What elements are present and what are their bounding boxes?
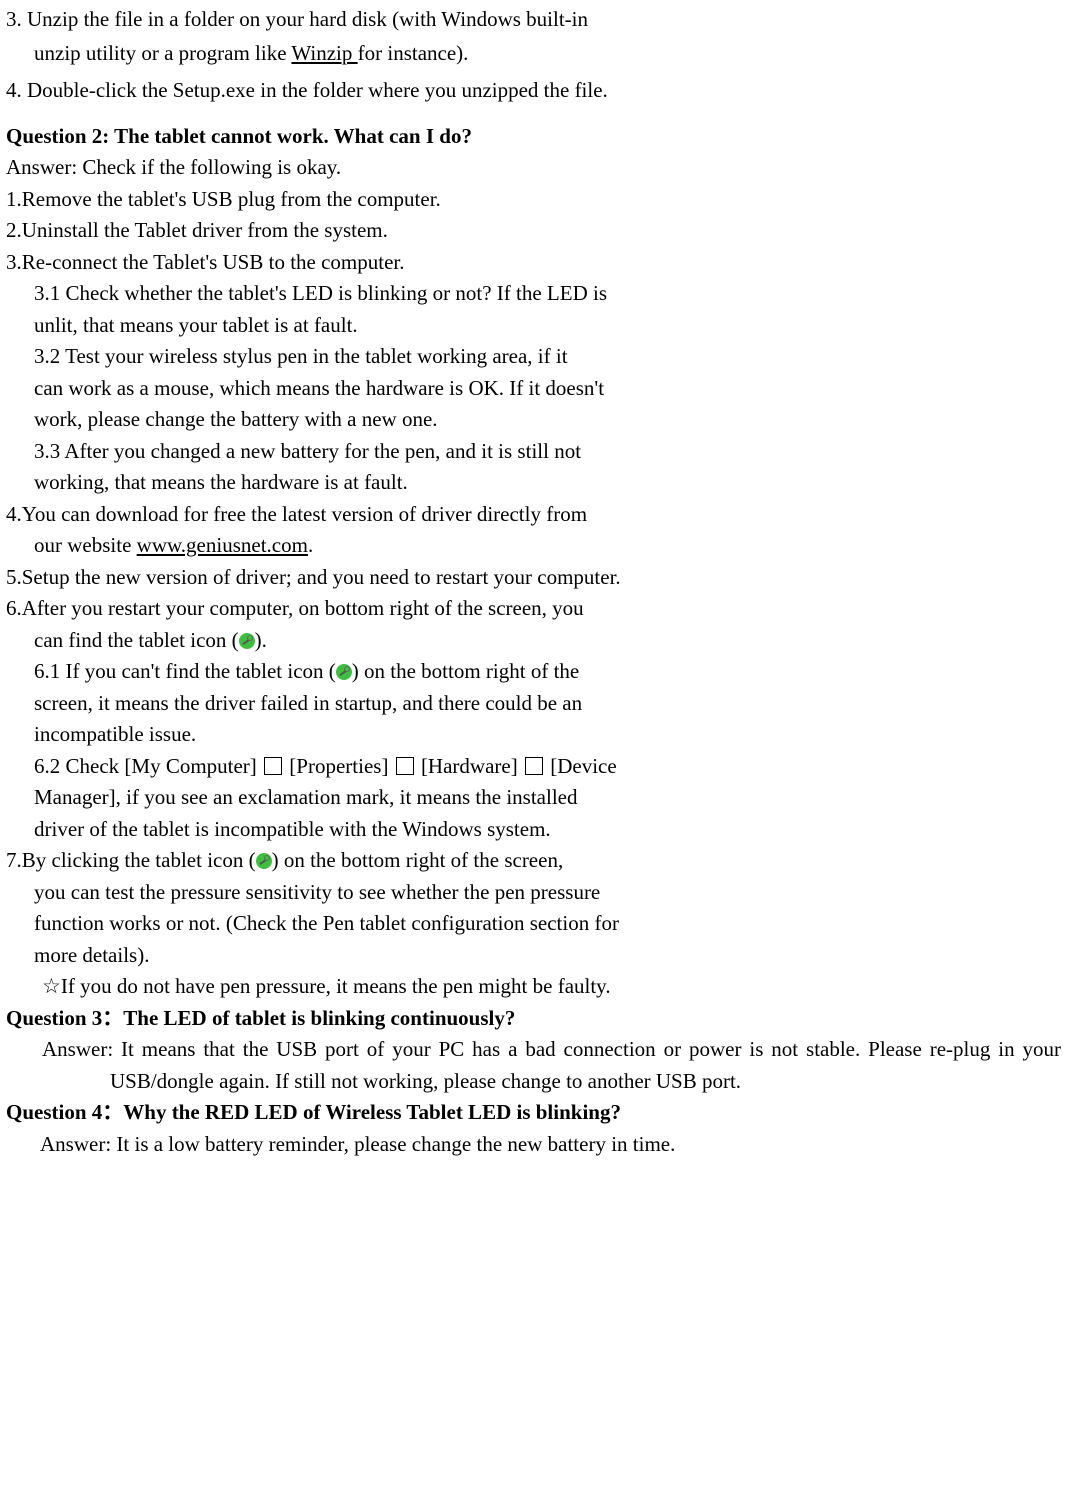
q2-6-2-dm: [Device [545,754,617,778]
q2-6-2-pre: 6.2 Check [My Computer] [34,754,262,778]
q2-step-6-2: 6.2 Check [My Computer] [Properties] [Ha… [6,751,1061,846]
q2-6-2-c: driver of the tablet is incompatible wit… [34,814,1061,846]
q2-6-1-a-pre: 6.1 If you can't find the tablet icon ( [34,659,336,683]
q2-3-3-b: working, that means the hardware is at f… [34,467,1061,499]
q2-step-6-1: 6.1 If you can't find the tablet icon ()… [6,656,1061,751]
question-2-answer-label: Answer: Check if the following is okay. [6,152,1061,184]
question-4-answer: Answer: It is a low battery reminder, pl… [6,1129,1061,1161]
q2-step-3-3: 3.3 After you changed a new battery for … [6,436,1061,499]
tablet-tray-icon [336,664,352,680]
question-3-block: Question 3：The LED of tablet is blinking… [6,1003,1061,1098]
q2-6-2-a: 6.2 Check [My Computer] [Properties] [Ha… [34,751,1061,783]
q2-6-1-c: incompatible issue. [34,719,1061,751]
q2-7-a-pre: 7.By clicking the tablet icon ( [6,848,256,872]
q2-step-3-2: 3.2 Test your wireless stylus pen in the… [6,341,1061,436]
q2-6-1-b: screen, it means the driver failed in st… [34,688,1061,720]
q2-6-1-a: 6.1 If you can't find the tablet icon ()… [34,656,1061,688]
step-3-index: 3. [6,7,22,31]
q2-step-3: 3.Re-connect the Tablet's USB to the com… [6,247,1061,279]
winzip-link[interactable]: Winzip [291,41,357,65]
q2-step-4-cont: our website www.geniusnet.com. [6,530,1061,562]
tablet-tray-icon [256,853,272,869]
q2-6-1-a-post: ) on the bottom right of the [352,659,579,683]
question-3-answer: Answer: It means that the USB port of yo… [6,1034,1061,1097]
tablet-tray-icon [239,633,255,649]
q2-star-note: ☆If you do not have pen pressure, it mea… [6,971,1061,1003]
q2-4-b-post: . [308,533,313,557]
step-4-text: Double-click the Setup.exe in the folder… [27,78,608,102]
q2-step-4: 4.You can download for free the latest v… [6,499,1061,531]
q2-3-2-c: work, please change the battery with a n… [34,404,1061,436]
q2-3-2-b: can work as a mouse, which means the har… [34,373,1061,405]
step-3-text-b: unzip utility or a program like [34,41,291,65]
arrow-box-icon [525,757,543,775]
step-4: 4. Double-click the Setup.exe in the fol… [6,75,1061,107]
arrow-box-icon [264,757,282,775]
q2-3-3-a: 3.3 After you changed a new battery for … [34,436,1061,468]
question-3-title: Question 3：The LED of tablet is blinking… [6,1003,1061,1035]
q2-4-b-pre: our website [34,533,137,557]
arrow-box-icon [396,757,414,775]
step-3-cont: unzip utility or a program like Winzip f… [6,38,1061,70]
q2-7-a-post: ) on the bottom right of the screen, [272,848,564,872]
question-4-block: Question 4：Why the RED LED of Wireless T… [6,1097,1061,1160]
question-2-title: Question 2: The tablet cannot work. What… [6,121,1061,153]
step-3-text-a: Unzip the file in a folder on your hard … [27,7,588,31]
q2-step-6: 6.After you restart your computer, on bo… [6,593,1061,625]
q2-6-2-b: Manager], if you see an exclamation mark… [34,782,1061,814]
q2-step-6-cont: can find the tablet icon (). [6,625,1061,657]
q2-3-1-a: 3.1 Check whether the tablet's LED is bl… [34,278,1061,310]
q2-6-b-post: ). [255,628,267,652]
q2-3-1-b: unlit, that means your tablet is at faul… [34,310,1061,342]
step-3-text-c: for instance). [358,41,469,65]
q2-3-2-a: 3.2 Test your wireless stylus pen in the… [34,341,1061,373]
q2-7-c: function works or not. (Check the Pen ta… [6,908,1061,940]
q2-6-2-hw: [Hardware] [416,754,523,778]
q2-7-d: more details). [6,940,1061,972]
q2-4-a: 4.You can download for free the latest v… [6,502,587,526]
q2-6-2-prop: [Properties] [284,754,394,778]
q2-step-2: 2.Uninstall the Tablet driver from the s… [6,215,1061,247]
q2-step-1: 1.Remove the tablet's USB plug from the … [6,184,1061,216]
q2-6-a: 6.After you restart your computer, on bo… [6,596,584,620]
q2-7-b: you can test the pressure sensitivity to… [6,877,1061,909]
q2-6-b-pre: can find the tablet icon ( [34,628,239,652]
step-4-index: 4. [6,78,22,102]
q2-step-7: 7.By clicking the tablet icon ( ) on the … [6,845,1061,877]
question-4-title: Question 4：Why the RED LED of Wireless T… [6,1097,1061,1129]
q2-step-3-1: 3.1 Check whether the tablet's LED is bl… [6,278,1061,341]
step-3: 3. Unzip the file in a folder on your ha… [6,4,1061,36]
q2-step-5: 5.Setup the new version of driver; and y… [6,562,1061,594]
question-2-block: Question 2: The tablet cannot work. What… [6,121,1061,1003]
geniusnet-link[interactable]: www.geniusnet.com [137,533,308,557]
